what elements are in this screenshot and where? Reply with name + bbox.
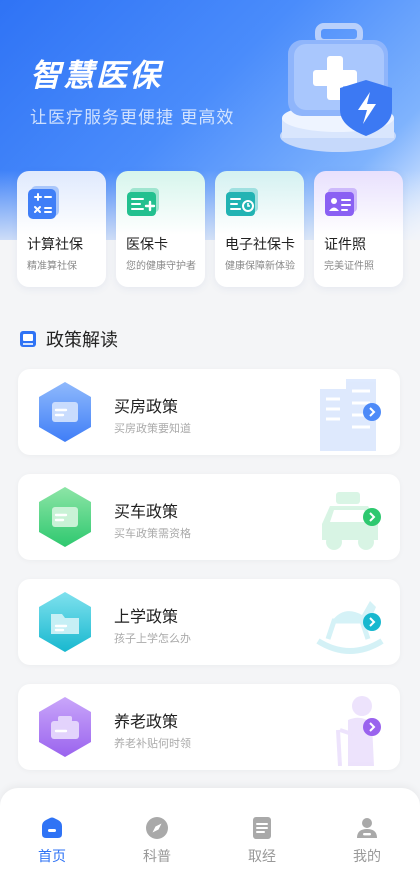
policy-card-house[interactable]: 买房政策 买房政策要知道 xyxy=(18,369,400,455)
tab-label: 科普 xyxy=(143,849,171,865)
policy-title: 养老政策 xyxy=(114,712,179,731)
house-policy-icon xyxy=(39,382,91,442)
quick-action-title: 电子社保卡 xyxy=(225,237,295,253)
medical-card-icon xyxy=(127,188,159,216)
policy-subtitle: 孩子上学怎么办 xyxy=(114,632,191,645)
quick-action-subtitle: 健康保障新体验 xyxy=(225,261,295,272)
tab-learn[interactable]: 取经 xyxy=(232,816,292,866)
quick-actions: 计算社保 精准算社保 医保卡 您的健康守护者 电子社保卡 健康保障新体验 证件照… xyxy=(17,171,403,287)
policy-card-school[interactable]: 上学政策 孩子上学怎么办 xyxy=(18,579,400,665)
quick-action-subtitle: 完美证件照 xyxy=(324,261,374,272)
policy-card-pension[interactable]: 养老政策 养老补贴何时领 xyxy=(18,684,400,770)
quick-calc-social-security[interactable]: 计算社保 精准算社保 xyxy=(17,171,106,287)
quick-action-title: 计算社保 xyxy=(27,237,83,253)
chevron-right-icon[interactable] xyxy=(363,403,381,421)
app-title: 智慧医保 xyxy=(30,58,162,94)
document-icon xyxy=(253,817,271,839)
policy-title: 买房政策 xyxy=(114,397,179,416)
tab-label: 取经 xyxy=(248,849,276,865)
tab-label: 首页 xyxy=(38,849,66,865)
e-social-card-icon xyxy=(226,188,258,216)
policy-subtitle: 买房政策要知道 xyxy=(114,422,191,435)
quick-action-title: 医保卡 xyxy=(126,237,168,253)
chevron-right-icon[interactable] xyxy=(363,613,381,631)
quick-e-social-card[interactable]: 电子社保卡 健康保障新体验 xyxy=(215,171,304,287)
medical-kit-illustration-icon xyxy=(280,23,396,152)
app-subtitle: 让医疗服务更便捷 更高效 xyxy=(30,108,235,128)
quick-action-subtitle: 您的健康守护者 xyxy=(126,261,196,272)
policy-card-car[interactable]: 买车政策 买车政策需资格 xyxy=(18,474,400,560)
quick-action-subtitle: 精准算社保 xyxy=(27,261,77,272)
policy-subtitle: 养老补贴何时领 xyxy=(114,737,191,750)
policy-title: 买车政策 xyxy=(114,502,179,521)
pension-policy-icon xyxy=(39,697,91,757)
tab-mine[interactable]: 我的 xyxy=(337,816,397,866)
chevron-right-icon[interactable] xyxy=(363,508,381,526)
policy-subtitle: 买车政策需资格 xyxy=(114,527,191,540)
bottom-tab-bar: 首页 科普 取经 我的 xyxy=(0,788,420,878)
quick-action-title: 证件照 xyxy=(324,237,366,253)
calculator-icon xyxy=(28,186,59,219)
id-photo-icon xyxy=(325,188,357,216)
quick-medical-card[interactable]: 医保卡 您的健康守护者 xyxy=(116,171,205,287)
compass-icon xyxy=(146,817,168,839)
tab-science[interactable]: 科普 xyxy=(127,816,187,866)
user-icon xyxy=(357,818,377,838)
car-policy-icon xyxy=(39,487,91,547)
quick-id-photo[interactable]: 证件照 完美证件照 xyxy=(314,171,403,287)
school-policy-icon xyxy=(39,592,91,652)
chevron-right-icon[interactable] xyxy=(363,718,381,736)
tab-label: 我的 xyxy=(353,849,381,865)
home-icon xyxy=(42,817,62,838)
book-icon xyxy=(20,331,36,347)
section-title: 政策解读 xyxy=(46,330,118,351)
tab-home[interactable]: 首页 xyxy=(22,816,82,866)
policy-section-header: 政策解读 xyxy=(18,328,118,351)
policy-title: 上学政策 xyxy=(114,607,179,626)
